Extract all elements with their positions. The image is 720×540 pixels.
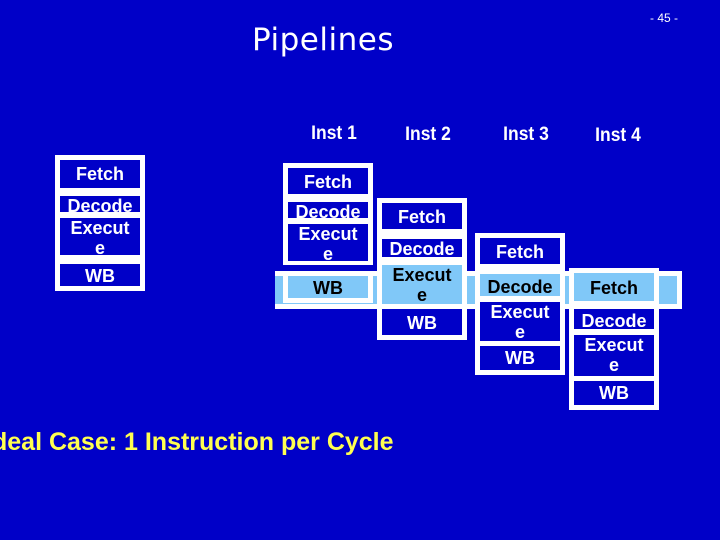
stage-label: Decode xyxy=(581,311,647,331)
stage-label: WB xyxy=(599,383,629,403)
stage-fetch: Fetch xyxy=(569,268,659,306)
stage-label: WB xyxy=(313,278,343,298)
stage-wb: WB xyxy=(377,304,467,340)
stage-label: Decode xyxy=(487,277,553,297)
stage-label: Execut e xyxy=(392,265,452,305)
page-number: - 45 - xyxy=(650,11,679,25)
stage-label: WB xyxy=(407,313,437,333)
stage-label: Decode xyxy=(389,239,455,259)
legend-stage-wb: WB xyxy=(55,259,145,291)
stage-fetch: Fetch xyxy=(377,198,467,234)
stage-label: Fetch xyxy=(303,172,352,192)
legend-stage-execute: Execut e xyxy=(55,213,145,259)
stage-wb: WB xyxy=(475,341,565,375)
inst-3-label: Inst 3 xyxy=(503,124,549,145)
stage-label: Execut e xyxy=(70,218,130,258)
stage-wb: WB xyxy=(569,376,659,410)
inst-2-label: Inst 2 xyxy=(405,124,451,145)
stage-wb: WB xyxy=(283,271,373,303)
inst-4-label: Inst 4 xyxy=(595,125,641,146)
legend-stage-fetch: Fetch xyxy=(55,155,145,193)
stage-execute: Execut e xyxy=(569,330,659,380)
slide-title: Pipelines xyxy=(252,22,394,58)
stage-label: Execut e xyxy=(584,335,644,375)
stage-execute: Execut e xyxy=(475,297,565,345)
stage-fetch: Fetch xyxy=(283,163,373,199)
inst-1-label: Inst 1 xyxy=(311,123,357,144)
stage-label: WB xyxy=(85,266,115,286)
stage-decode: Decode xyxy=(377,234,467,262)
stage-execute: Execut e xyxy=(377,260,467,308)
stage-label: WB xyxy=(505,348,535,368)
stage-label: Fetch xyxy=(589,278,638,298)
stage-label: Fetch xyxy=(397,207,446,227)
stage-label: Fetch xyxy=(75,164,124,184)
stage-label: Execut e xyxy=(490,302,550,342)
stage-label: Execut e xyxy=(298,224,358,264)
ideal-case-caption: deal Case: 1 Instruction per Cycle xyxy=(0,428,394,456)
stage-label: Fetch xyxy=(495,242,544,262)
stage-execute: Execut e xyxy=(283,219,373,265)
stage-fetch: Fetch xyxy=(475,233,565,269)
